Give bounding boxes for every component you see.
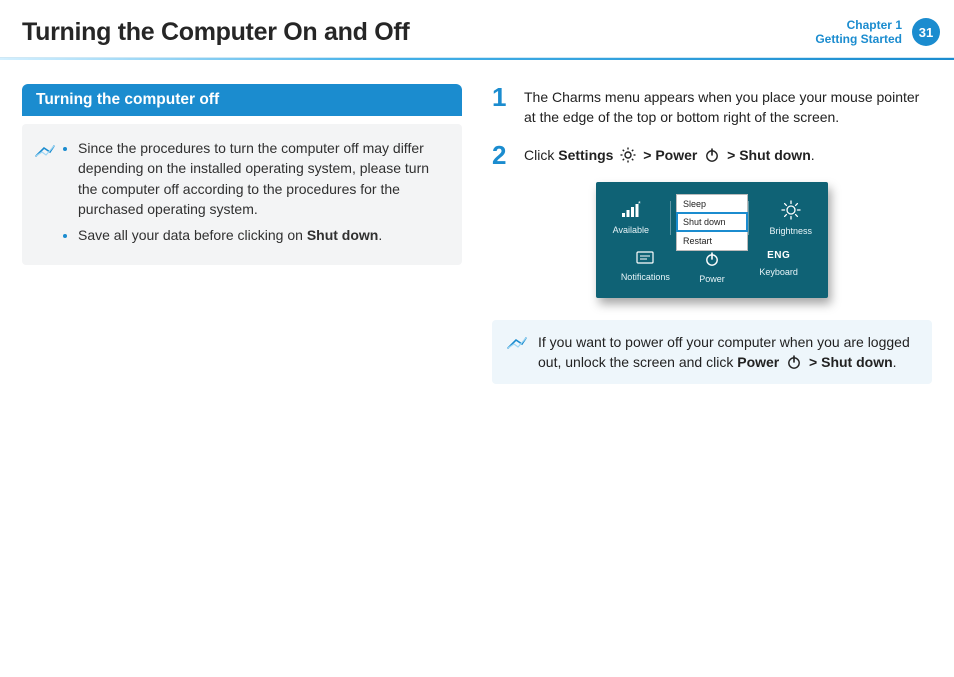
chapter-label: Chapter 1 (815, 18, 902, 32)
step-1-number: 1 (492, 84, 512, 128)
page-number-badge: 31 (912, 18, 940, 46)
step-2-power: Power (655, 147, 697, 163)
charms-bottom-row: Notifications Power ENG Keyboard (612, 250, 812, 284)
notifications-icon (635, 250, 655, 266)
charms-notifications[interactable]: Notifications (612, 250, 679, 284)
note-box: Since the procedures to turn the compute… (22, 124, 462, 265)
note-bullet-2-text-c: . (378, 227, 382, 243)
note-bullet-2: Save all your data before clicking on Sh… (78, 225, 446, 245)
charms-power-label: Power (699, 274, 725, 284)
note-bullet-2-bold: Shut down (307, 227, 379, 243)
charms-notifications-label: Notifications (621, 272, 670, 282)
charms-power-icon (703, 250, 721, 268)
manual-page: Turning the Computer On and Off Chapter … (0, 0, 954, 677)
charms-keyboard[interactable]: ENG Keyboard (745, 250, 812, 284)
step-2-sep2: > (727, 147, 739, 163)
note-bullet-1-text: Since the procedures to turn the compute… (78, 140, 429, 217)
note-bullet-2-text-a: Save all your data before clicking on (78, 227, 307, 243)
tip-box: If you want to power off your computer w… (492, 320, 932, 385)
step-2-sep1: > (643, 147, 655, 163)
settings-gear-icon (619, 146, 637, 164)
chapter-subtitle: Getting Started (815, 32, 902, 46)
power-menu-restart[interactable]: Restart (677, 231, 747, 250)
step-2-settings: Settings (558, 147, 613, 163)
step-2-shutdown: Shut down (739, 147, 811, 163)
charms-available-label: Available (613, 225, 649, 235)
left-column: Turning the computer off Since the proce… (22, 84, 462, 384)
charms-available[interactable]: * Available (612, 201, 650, 235)
step-2: 2 Click Settings (492, 142, 932, 168)
tip-end: . (893, 354, 897, 370)
tip-icon (506, 332, 528, 373)
charms-keyboard-label: Keyboard (759, 267, 798, 277)
power-icon (703, 146, 721, 164)
step-2-end: . (811, 147, 815, 163)
svg-text:*: * (638, 201, 641, 208)
charms-separator-1 (670, 201, 671, 235)
power-menu-shutdown[interactable]: Shut down (676, 212, 748, 232)
tip-sep: > (809, 354, 821, 370)
chapter-text: Chapter 1 Getting Started (815, 18, 902, 47)
note-list: Since the procedures to turn the compute… (64, 138, 446, 251)
note-bullet-1: Since the procedures to turn the compute… (78, 138, 446, 219)
brightness-icon (781, 200, 801, 220)
step-1: 1 The Charms menu appears when you place… (492, 84, 932, 128)
signal-bars-icon: * (621, 201, 641, 219)
chapter-info: Chapter 1 Getting Started 31 (815, 18, 940, 47)
tip-power-icon (785, 353, 803, 371)
charms-brightness[interactable]: Brightness (769, 200, 812, 236)
charms-separator-2 (748, 201, 749, 235)
charms-brightness-label: Brightness (769, 226, 812, 236)
step-2-text: Click Settings > Power (524, 142, 815, 168)
right-column: 1 The Charms menu appears when you place… (492, 84, 932, 384)
tip-power: Power (737, 354, 779, 370)
tip-text: If you want to power off your computer w… (538, 332, 918, 373)
tip-shutdown: Shut down (821, 354, 893, 370)
power-popup-menu: Sleep Shut down Restart (676, 194, 748, 251)
step-2-a: Click (524, 147, 558, 163)
page-header: Turning the Computer On and Off Chapter … (0, 0, 954, 57)
charms-screenshot: Sleep Shut down Restart * Available (596, 182, 828, 298)
page-title: Turning the Computer On and Off (22, 18, 409, 47)
charms-keyboard-badge: ENG (767, 250, 790, 261)
step-2-number: 2 (492, 142, 512, 168)
power-menu-sleep[interactable]: Sleep (677, 195, 747, 213)
note-icon (34, 138, 56, 251)
body-columns: Turning the computer off Since the proce… (0, 60, 954, 384)
step-1-text: The Charms menu appears when you place y… (524, 84, 932, 128)
charms-power[interactable]: Power (679, 250, 746, 284)
section-heading: Turning the computer off (22, 84, 462, 116)
